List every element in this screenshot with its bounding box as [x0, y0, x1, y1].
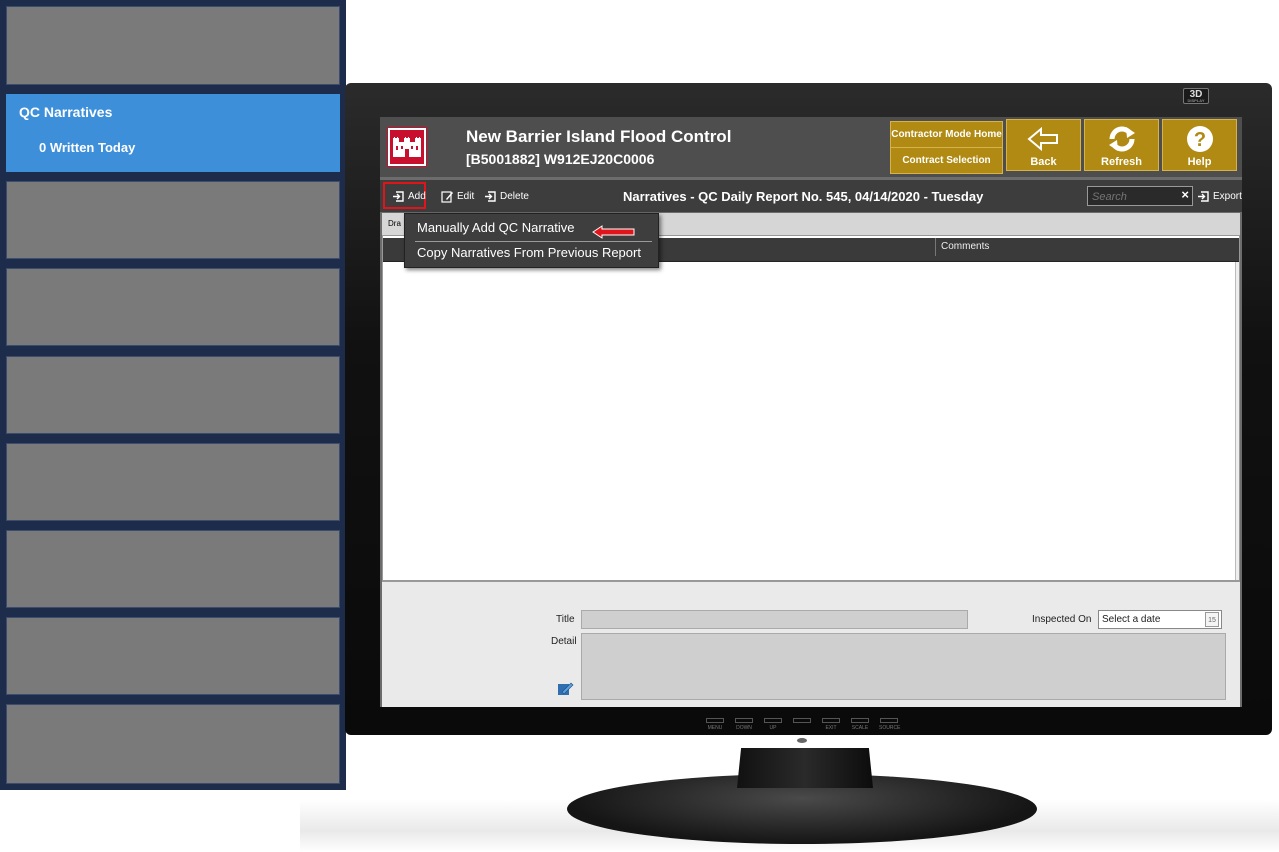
back-label: Back [1030, 156, 1057, 168]
spellcheck-icon[interactable] [558, 682, 574, 696]
clear-search-icon[interactable]: × [1181, 187, 1189, 202]
details-panel: Title Inspected On Select a date 15 Deta… [382, 581, 1240, 707]
sidebar-tile-6[interactable] [6, 443, 340, 521]
detail-field[interactable] [581, 633, 1226, 700]
svg-text:?: ? [1193, 129, 1205, 151]
bezel-button-menu: MENU [705, 718, 725, 731]
edit-icon [441, 190, 453, 203]
power-led [797, 738, 807, 743]
sidebar: QC Narratives 0 Written Today [0, 0, 346, 790]
export-button[interactable]: Export [1197, 186, 1242, 206]
stage: QC Narratives 0 Written Today 3D DISPLAY … [0, 0, 1279, 852]
edit-button[interactable]: Edit [441, 186, 474, 206]
bezel-button-up: UP [763, 718, 783, 731]
monitor-3d-badge: 3D DISPLAY [1183, 88, 1209, 104]
column-header-comments[interactable]: Comments [935, 238, 989, 256]
bezel-button-blank [792, 718, 812, 731]
sidebar-item-title: QC Narratives [19, 104, 113, 120]
sidebar-tile-8[interactable] [6, 617, 340, 695]
sidebar-tile-7[interactable] [6, 530, 340, 608]
sidebar-tile-9[interactable] [6, 704, 340, 784]
bezel-button-scale: SCALE [850, 718, 870, 731]
export-label: Export [1213, 190, 1242, 202]
bezel-button-source: SOURCE [879, 718, 900, 731]
menu-separator [415, 241, 652, 242]
delete-button[interactable]: Delete [484, 186, 529, 206]
edit-label: Edit [457, 190, 475, 202]
toolbar: Add Edit Delete Narratives - QC Daily Re… [380, 180, 1242, 212]
refresh-label: Refresh [1101, 156, 1142, 168]
inspected-on-label: Inspected On [1032, 614, 1092, 625]
grid-vertical-scrollbar[interactable] [1235, 262, 1239, 580]
back-button[interactable]: Back [1006, 119, 1081, 171]
sidebar-tile-3[interactable] [6, 181, 340, 259]
add-dropdown-menu: Manually Add QC Narrative Copy Narrative… [404, 213, 659, 268]
inspected-on-date-picker[interactable]: Select a date 15 [1098, 610, 1222, 629]
bezel-button-down: DOWN [734, 718, 754, 731]
contract-number: [B5001882] W912EJ20C0006 [466, 151, 655, 167]
bezel-button-exit: EXIT [821, 718, 841, 731]
help-button[interactable]: ? Help [1162, 119, 1237, 171]
app-header: New Barrier Island Flood Control [B50018… [380, 117, 1242, 177]
contract-selection-button[interactable]: Contract Selection [890, 147, 1003, 174]
red-pointer-arrow-icon [592, 225, 635, 239]
menu-item-copy-narratives[interactable]: Copy Narratives From Previous Report [417, 245, 641, 260]
sidebar-item-qc-narratives[interactable]: QC Narratives 0 Written Today [6, 94, 340, 172]
sidebar-tile-5[interactable] [6, 356, 340, 434]
title-field[interactable] [581, 610, 968, 629]
detail-label: Detail [551, 636, 577, 647]
help-label: Help [1187, 156, 1212, 168]
date-placeholder: Select a date [1102, 614, 1161, 625]
calendar-icon[interactable]: 15 [1205, 612, 1219, 627]
add-icon [393, 190, 404, 202]
monitor-neck [737, 748, 873, 788]
narratives-grid[interactable]: Comments [382, 235, 1240, 581]
export-icon [1198, 190, 1209, 202]
delete-label: Delete [500, 190, 529, 202]
delete-icon [485, 190, 496, 202]
sidebar-item-count: 0 Written Today [39, 140, 136, 155]
refresh-icon [1108, 126, 1135, 152]
menu-item-manually-add[interactable]: Manually Add QC Narrative [417, 220, 575, 235]
monitor-bezel-buttons: MENU DOWN UP EXIT SCALE SOURCE [705, 718, 900, 731]
refresh-button[interactable]: Refresh [1084, 119, 1159, 171]
contractor-mode-home-button[interactable]: Contractor Mode Home [890, 121, 1003, 148]
search-field[interactable]: × [1087, 186, 1193, 206]
back-arrow-icon [1026, 126, 1058, 152]
add-label: Add [408, 190, 426, 202]
app-screen: New Barrier Island Flood Control [B50018… [380, 117, 1242, 707]
help-question-icon: ? [1186, 126, 1213, 152]
sidebar-tile-4[interactable] [6, 268, 340, 346]
title-label: Title [556, 614, 575, 625]
page-title: Narratives - QC Daily Report No. 545, 04… [623, 189, 984, 204]
search-input[interactable] [1088, 188, 1172, 206]
tab-draft[interactable]: Dra [388, 219, 401, 228]
project-title: New Barrier Island Flood Control [466, 127, 732, 146]
add-button[interactable]: Add [392, 186, 426, 206]
sidebar-tile-1[interactable] [6, 6, 340, 85]
usace-castle-logo [387, 127, 427, 167]
